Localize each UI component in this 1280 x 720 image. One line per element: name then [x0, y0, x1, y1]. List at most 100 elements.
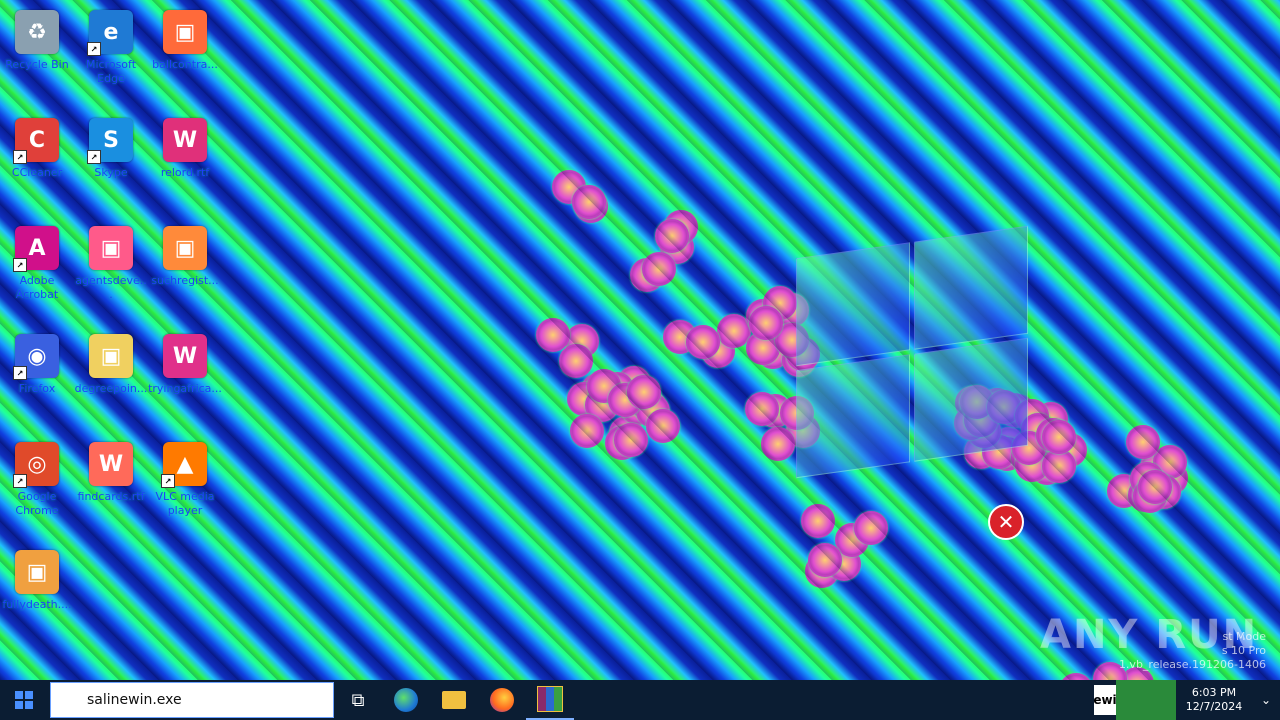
edge-icon: e ↗	[87, 10, 133, 56]
tray-icons-area[interactable]	[1116, 680, 1176, 720]
glitch-error-icon	[761, 427, 795, 462]
desktop-icon[interactable]: e ↗ Microsoft Edge	[74, 0, 148, 104]
desktop-icon[interactable]: Wtryingafrica...	[148, 324, 222, 428]
desktop-icon-label: suchregist...	[151, 274, 219, 287]
image-file-icon: ▣	[163, 226, 207, 270]
glitch-error-icon	[1041, 420, 1076, 455]
chevron-down-icon[interactable]: ⌄	[1252, 693, 1280, 707]
rtf-file-icon: W	[163, 334, 207, 378]
glitch-error-icon	[745, 391, 780, 426]
image-file-icon: ▣	[89, 334, 133, 378]
desktop-icon-label: ballcontra...	[152, 58, 218, 71]
task-view-icon: ⧉	[351, 689, 365, 711]
recycle-bin-icon: ♻	[15, 10, 59, 54]
shortcut-arrow-icon: ↗	[161, 474, 175, 488]
desktop-icon[interactable]: ▣ degreepoin...	[74, 324, 148, 428]
windows-icon	[15, 691, 33, 709]
folder-icon	[442, 691, 466, 709]
vlc-icon: ▲ ↗	[161, 442, 207, 488]
firefox-icon: ◉ ↗	[13, 334, 59, 380]
image-file-icon: ▣	[15, 550, 59, 594]
glitch-error-icon	[801, 504, 836, 539]
desktop-icon[interactable]: C ↗ CCleaner	[0, 108, 74, 212]
edge-icon	[394, 688, 418, 712]
taskbar-firefox-button[interactable]	[478, 680, 526, 720]
firefox-icon	[490, 688, 514, 712]
shortcut-arrow-icon: ↗	[13, 366, 27, 380]
error-icon: ✕	[988, 504, 1024, 540]
desktop[interactable]: ✕ ♻ Recycle Bin e ↗ Microsoft Edge ▣ ballcontr…	[0, 0, 1280, 680]
rtf-file-icon: W	[163, 118, 207, 162]
desktop-icon-label: Recycle Bin	[5, 58, 69, 71]
glitch-error-icon	[686, 324, 721, 359]
desktop-icon-label: agentsdeve...	[75, 274, 147, 301]
start-button[interactable]	[0, 680, 48, 720]
winver-line: s 10 Pro	[1221, 644, 1266, 657]
desktop-icon[interactable]: ♻ Recycle Bin	[0, 0, 74, 104]
taskbar-winrar-button[interactable]	[526, 680, 574, 720]
rtf-file-icon: W	[89, 442, 133, 486]
desktop-icon[interactable]: ▲ ↗ VLC media player	[148, 432, 222, 536]
taskbar: salinewin.exe ⧉ ewi 6:03 PM 12/7/2024 ⌄	[0, 680, 1280, 720]
glitch-error-icon	[614, 423, 649, 458]
system-tray: ewi 6:03 PM 12/7/2024 ⌄	[1093, 680, 1280, 720]
glitch-error-icon	[1138, 469, 1173, 504]
skype-icon: S ↗	[87, 118, 133, 164]
image-file-icon: ▣	[89, 226, 133, 270]
desktop-icon[interactable]: ▣ agentsdeve...	[74, 216, 148, 320]
search-input[interactable]: salinewin.exe	[50, 682, 334, 718]
shortcut-arrow-icon: ↗	[13, 258, 27, 272]
desktop-icon[interactable]: ▣ fullydeath....	[0, 540, 74, 644]
desktop-icon[interactable]: ▣ suchregist...	[148, 216, 222, 320]
glitch-error-icon	[853, 510, 888, 545]
shortcut-arrow-icon: ↗	[87, 150, 101, 164]
tray-tooltip: ewi	[1093, 685, 1117, 715]
desktop-icon[interactable]: Wfindcards.rtf	[74, 432, 148, 536]
shortcut-arrow-icon: ↗	[87, 42, 101, 56]
chrome-icon: ◎ ↗	[13, 442, 59, 488]
windows-logo-wallpaper	[796, 225, 1028, 481]
glitch-error-icon	[654, 219, 689, 254]
desktop-icon-label: degreepoin...	[74, 382, 148, 395]
desktop-icon[interactable]: ◉ ↗ Firefox	[0, 324, 74, 428]
glitch-error-icon	[645, 409, 680, 444]
desktop-icon-label: relord.rtf	[160, 166, 210, 179]
acrobat-icon: A ↗	[13, 226, 59, 272]
glitch-error-icon	[570, 414, 605, 449]
desktop-icon-label: CCleaner	[11, 166, 63, 179]
desktop-icon-label: VLC media player	[155, 490, 215, 517]
clock-time: 6:03 PM	[1191, 686, 1237, 699]
glitch-error-icon	[642, 251, 677, 286]
ccleaner-icon: C ↗	[13, 118, 59, 164]
desktop-icon-label: findcards.rtf	[77, 490, 145, 503]
desktop-icon[interactable]: A ↗ Adobe Acrobat	[0, 216, 74, 320]
desktop-icon-label: Google Chrome	[15, 490, 59, 517]
glitch-error-icon	[571, 185, 606, 220]
desktop-icon[interactable]: Wrelord.rtf	[148, 108, 222, 212]
task-view-button[interactable]: ⧉	[334, 680, 382, 720]
winver-line: st Mode	[1222, 630, 1266, 643]
glitch-error-icon	[1042, 449, 1077, 484]
glitch-error-icon	[558, 344, 593, 379]
desktop-icon-label: Adobe Acrobat	[15, 274, 59, 301]
clock-date: 12/7/2024	[1185, 700, 1243, 713]
desktop-icon-label: Skype	[94, 166, 128, 179]
desktop-icon[interactable]: S ↗ Skype	[74, 108, 148, 212]
clock[interactable]: 6:03 PM 12/7/2024	[1176, 686, 1252, 714]
image-file-icon: ▣	[163, 10, 207, 54]
glitch-error-icon	[807, 542, 842, 577]
shortcut-arrow-icon: ↗	[13, 474, 27, 488]
desktop-icon[interactable]: ▣ ballcontra...	[148, 0, 222, 104]
glitch-error-icon	[535, 318, 570, 352]
shortcut-arrow-icon: ↗	[13, 150, 27, 164]
windows-version-text: st Mode s 10 Pro 1.vb_release.191206-140…	[1119, 630, 1266, 672]
desktop-icon[interactable]: ◎ ↗ Google Chrome	[0, 432, 74, 536]
winrar-icon	[537, 686, 563, 712]
desktop-icon-label: Firefox	[18, 382, 56, 395]
winver-line: 1.vb_release.191206-1406	[1118, 658, 1266, 671]
taskbar-edge-button[interactable]	[382, 680, 430, 720]
taskbar-file-explorer-button[interactable]	[430, 680, 478, 720]
desktop-icon-label: tryingafrica...	[148, 382, 222, 395]
glitch-error-icon	[1126, 424, 1161, 459]
desktop-icon-label: fullydeath....	[2, 598, 72, 611]
